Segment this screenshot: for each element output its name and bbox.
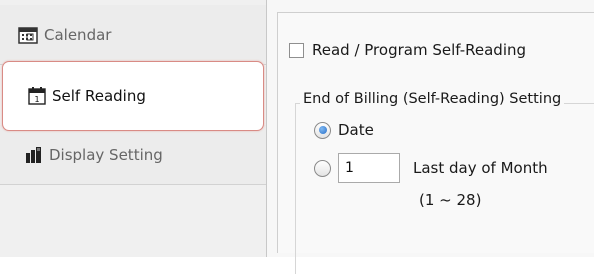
radio-last-day[interactable] — [314, 159, 331, 177]
read-program-row: Read / Program Self-Reading — [289, 41, 526, 59]
tab-calendar[interactable]: Calendar — [0, 5, 266, 65]
group-title: End of Billing (Self-Reading) Setting — [300, 91, 565, 107]
radio-date-label: Date — [338, 121, 374, 139]
tab-calendar-label: Calendar — [44, 25, 112, 44]
radio-last-day-row: Last day of Month — [314, 153, 548, 183]
tab-self-reading-label: Self Reading — [52, 87, 146, 105]
radio-date-row: Date — [314, 121, 374, 139]
read-program-label: Read / Program Self-Reading — [312, 41, 527, 59]
day-input[interactable] — [338, 153, 400, 183]
read-program-checkbox[interactable] — [289, 42, 304, 58]
last-day-label: Last day of Month — [413, 159, 548, 177]
svg-text:1: 1 — [34, 95, 39, 104]
range-label: (1 ~ 28) — [419, 191, 482, 209]
calendar-icon — [18, 26, 38, 44]
display-setting-icon — [25, 146, 43, 164]
settings-tab-strip: Calendar 1 Self Reading Display Setting — [0, 0, 267, 257]
panel-frame: Read / Program Self-Reading End of Billi… — [277, 12, 594, 274]
tab-display-setting-label: Display Setting — [49, 145, 163, 164]
tab-self-reading[interactable]: 1 Self Reading — [2, 61, 264, 131]
radio-date[interactable] — [314, 121, 331, 139]
calendar-day-icon: 1 — [28, 87, 46, 105]
range-row: (1 ~ 28) — [419, 191, 481, 209]
self-reading-panel: Read / Program Self-Reading End of Billi… — [267, 0, 594, 274]
tab-display-setting[interactable]: Display Setting — [0, 125, 266, 185]
